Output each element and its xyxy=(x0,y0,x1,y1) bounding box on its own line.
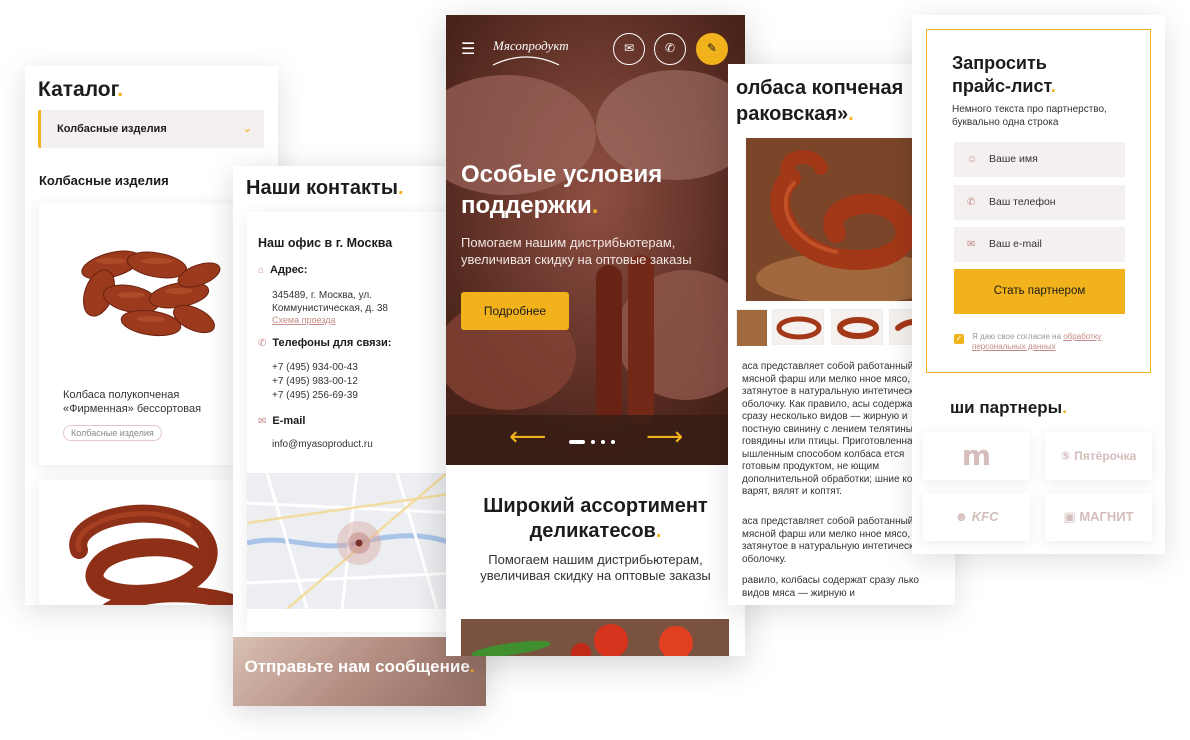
more-button[interactable]: Подробнее xyxy=(461,292,569,330)
product-card[interactable]: Колбаса полукопченая «Фирменная» бессорт… xyxy=(39,203,239,465)
office-title: Наш офис в г. Москва xyxy=(258,236,393,250)
product-name: Колбаса полукопченая «Фирменная» бессорт… xyxy=(63,389,202,415)
menu-icon[interactable]: ☰ xyxy=(461,39,475,59)
phone-field[interactable]: ✆ Ваш телефон xyxy=(954,185,1125,220)
m-box-icon: ▣ xyxy=(1063,509,1076,524)
sausage-ring-photo xyxy=(746,138,940,301)
phone-icon: ✆ xyxy=(258,338,267,349)
next-arrow-icon[interactable]: ⟶ xyxy=(646,421,683,452)
thumbnail-image xyxy=(737,310,767,346)
slider-dot[interactable] xyxy=(591,439,595,444)
home-icon: ⌂ xyxy=(258,265,265,276)
consent-checkbox-label[interactable]: ✓ Я даю свое согласие на обработку персо… xyxy=(954,332,1134,352)
slider-dots[interactable] xyxy=(569,433,621,451)
name-field[interactable]: ☺ Ваше имя xyxy=(954,142,1125,177)
mail-button[interactable]: ✉ xyxy=(613,33,645,65)
main-screen: ☰ Мясопродукт ✉ ✆ ✎ Особые условия подде… xyxy=(446,15,745,656)
assortment-subtitle: Помогаем нашим дистрибьютерам, увеличива… xyxy=(480,552,711,583)
phone-number[interactable]: +7 (495) 934-00-43 xyxy=(272,361,358,374)
thumbnail-image xyxy=(837,317,879,339)
assortment-title: Широкий ассортимент деликатесов. xyxy=(483,495,708,542)
product-description: равило, колбасы содержат сразу лько видо… xyxy=(742,575,919,599)
email-field[interactable]: ✉ Ваш e-mail xyxy=(954,227,1125,262)
thumbnail[interactable] xyxy=(831,309,883,345)
address-text: 345489, г. Москва, ул. Коммунистическая,… xyxy=(272,290,388,314)
brand-logo[interactable]: Мясопродукт xyxy=(493,38,569,54)
slider-dot[interactable] xyxy=(601,439,605,444)
chevron-down-icon: ⌄ xyxy=(242,123,252,135)
catalog-section-title: Колбасные изделия xyxy=(39,173,169,188)
product-photo[interactable] xyxy=(746,138,940,301)
hero-banner: ☰ Мясопродукт ✉ ✆ ✎ Особые условия подде… xyxy=(446,15,745,465)
thumbnail[interactable] xyxy=(736,309,767,346)
user-icon: ☺ xyxy=(967,154,978,165)
mail-icon: ✉ xyxy=(258,416,267,427)
message-title: Отправьте нам сообщение. xyxy=(244,657,475,676)
kfc-logo: ☻ KFC xyxy=(923,493,1030,541)
phone-number[interactable]: +7 (495) 256-69-39 xyxy=(272,389,358,402)
hero-title: Особые условия поддержки. xyxy=(461,161,663,219)
phone-button[interactable]: ✆ xyxy=(654,33,686,65)
logo-arc-icon xyxy=(492,56,560,66)
edit-button[interactable]: ✎ xyxy=(696,33,728,65)
thumbnail[interactable] xyxy=(772,309,824,345)
hero-subtitle: Помогаем нашим дистрибьютерам, увеличива… xyxy=(461,235,692,267)
phones-label: ✆ Телефоны для связи: xyxy=(258,337,392,349)
pyaterochka-logo: ⑤ Пятёрочка xyxy=(1045,432,1152,480)
map-graphic xyxy=(247,473,457,609)
email-label: ✉ E-mail xyxy=(258,415,306,427)
phone-number[interactable]: +7 (495) 983-00-12 xyxy=(272,375,358,388)
slider-dot[interactable] xyxy=(611,439,615,444)
price-title: Запросить прайс-лист. xyxy=(952,53,1056,96)
mail-icon: ✉ xyxy=(623,41,635,55)
assortment-photo xyxy=(461,619,729,656)
colonel-icon: ☻ xyxy=(954,509,969,524)
product-card[interactable] xyxy=(39,480,239,605)
address-label: ⌂ Адрес: xyxy=(258,264,308,276)
thumbnail-image xyxy=(776,316,822,340)
phone-icon: ✆ xyxy=(967,197,976,208)
slider-dot-active[interactable] xyxy=(569,439,585,444)
category-select-value: Колбасные изделия xyxy=(57,123,167,135)
price-request-screen: Запросить прайс-лист. Немного текста про… xyxy=(912,15,1165,554)
five-icon: ⑤ xyxy=(1060,449,1071,463)
sausage-ring-image xyxy=(69,504,239,605)
mail-icon: ✉ xyxy=(967,239,976,250)
checkbox-checked-icon[interactable]: ✓ xyxy=(954,334,964,344)
become-partner-button[interactable]: Стать партнером xyxy=(954,269,1125,314)
partners-title: ши партнеры. xyxy=(950,398,1067,417)
email-text[interactable]: info@myasoproduct.ru xyxy=(272,438,373,451)
category-select[interactable]: Колбасные изделия ⌄ xyxy=(38,110,264,148)
magnit-logo: ▣ МАГНИТ xyxy=(1045,493,1152,541)
price-subtitle: Немного текста про партнерство, буквальн… xyxy=(952,104,1107,128)
location-map[interactable] xyxy=(247,473,457,609)
phone-icon: ✆ xyxy=(664,41,676,55)
contacts-title: Наши контакты. xyxy=(246,177,404,199)
pencil-icon: ✎ xyxy=(706,41,718,55)
mcdonalds-logo: m xyxy=(923,432,1030,480)
vegetables-image xyxy=(461,619,729,656)
catalog-title: Каталог. xyxy=(38,78,124,101)
product-title: олбаса копченая раковская». xyxy=(736,77,904,125)
product-tag[interactable]: Колбасные изделия xyxy=(63,425,162,441)
route-link[interactable]: Схема проезда xyxy=(272,315,335,325)
prev-arrow-icon[interactable]: ⟵ xyxy=(509,421,546,452)
sausage-image xyxy=(81,250,221,337)
